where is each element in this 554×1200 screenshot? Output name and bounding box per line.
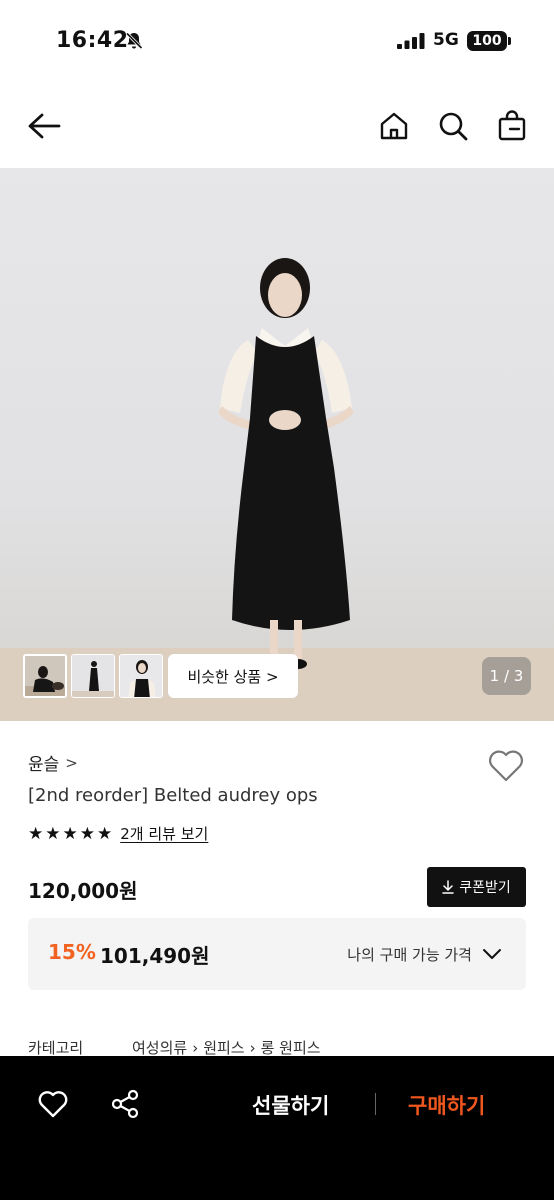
thumbnail-2[interactable] (71, 654, 115, 698)
divider (375, 1093, 376, 1115)
bag-button[interactable] (494, 108, 530, 144)
thumbnail-strip (23, 654, 163, 698)
star-icon: ★ (45, 823, 61, 844)
status-bar: 16:42 5G 100 (0, 0, 554, 84)
star-icon: ★ (28, 823, 44, 844)
star-icon: ★ (62, 823, 78, 844)
rating: ★ ★ ★ ★ ★ 2개 리뷰 보기 (28, 823, 208, 844)
buy-button[interactable]: 구매하기 (408, 1090, 485, 1120)
category-label: 카테고리 (28, 1039, 84, 1057)
home-button[interactable] (376, 108, 412, 144)
chevron-down-icon (483, 949, 501, 959)
product-photo (0, 258, 554, 721)
coupon-button[interactable]: 쿠폰받기 (427, 867, 526, 907)
chevron-right-icon: › (192, 1038, 199, 1057)
top-navigation (0, 95, 554, 157)
gift-button[interactable]: 선물하기 (252, 1090, 329, 1120)
back-button[interactable] (26, 108, 62, 144)
battery-indicator: 100 (467, 31, 507, 51)
discount-rate: 15% (48, 940, 96, 964)
brand-chevron: > (65, 753, 78, 772)
my-price-panel[interactable]: 15% 101,490원 나의 구매 가능 가격 (28, 918, 526, 990)
similar-products-button[interactable]: 비슷한 상품 > (168, 654, 298, 698)
search-icon (439, 112, 468, 141)
bottom-wishlist-button[interactable] (37, 1088, 69, 1120)
chevron-right-icon: › (249, 1038, 256, 1057)
thumbnail-image (72, 655, 114, 697)
network-type: 5G (433, 30, 459, 50)
brand-link[interactable]: 윤슬 > (28, 750, 78, 776)
battery-tip (508, 37, 511, 45)
download-icon (442, 880, 454, 894)
product-image-carousel[interactable]: 비슷한 상품 > 1 / 3 (0, 168, 554, 721)
share-button[interactable] (109, 1088, 141, 1120)
category-crumb[interactable]: 원피스 (203, 1037, 244, 1058)
category-crumb[interactable]: 여성의류 (132, 1037, 187, 1058)
bottom-action-bar: 선물하기 구매하기 (0, 1056, 554, 1200)
product-name: [2nd reorder] Belted audrey ops (28, 785, 318, 806)
share-icon (111, 1089, 139, 1119)
similar-products-label: 비슷한 상품 > (187, 667, 279, 686)
category-crumb[interactable]: 롱 원피스 (261, 1037, 321, 1058)
my-price-label: 나의 구매 가능 가격 (347, 946, 472, 964)
category-breadcrumb: 카테고리 여성의류 › 원피스 › 롱 원피스 (28, 1037, 321, 1058)
search-button[interactable] (435, 108, 471, 144)
thumbnail-image (25, 656, 65, 696)
product-price: 120,000원 (28, 879, 138, 903)
brand-name: 윤슬 (28, 755, 60, 775)
status-time: 16:42 (56, 28, 129, 53)
review-link[interactable]: 2개 리뷰 보기 (120, 823, 208, 844)
heart-icon (489, 750, 523, 782)
thumbnail-image (120, 655, 162, 697)
shopping-bag-icon (498, 110, 526, 141)
home-icon (380, 112, 408, 140)
arrow-left-icon (28, 113, 61, 139)
star-icon: ★ (79, 823, 95, 844)
star-icon: ★ (97, 823, 113, 844)
bell-off-icon (125, 32, 143, 50)
image-page-counter: 1 / 3 (482, 657, 531, 695)
signal-icon (397, 33, 425, 49)
thumbnail-1[interactable] (23, 654, 67, 698)
heart-icon (38, 1091, 68, 1118)
my-price-value: 101,490원 (100, 944, 210, 968)
thumbnail-3[interactable] (119, 654, 163, 698)
wishlist-button[interactable] (486, 748, 526, 784)
coupon-label: 쿠폰받기 (459, 880, 511, 896)
